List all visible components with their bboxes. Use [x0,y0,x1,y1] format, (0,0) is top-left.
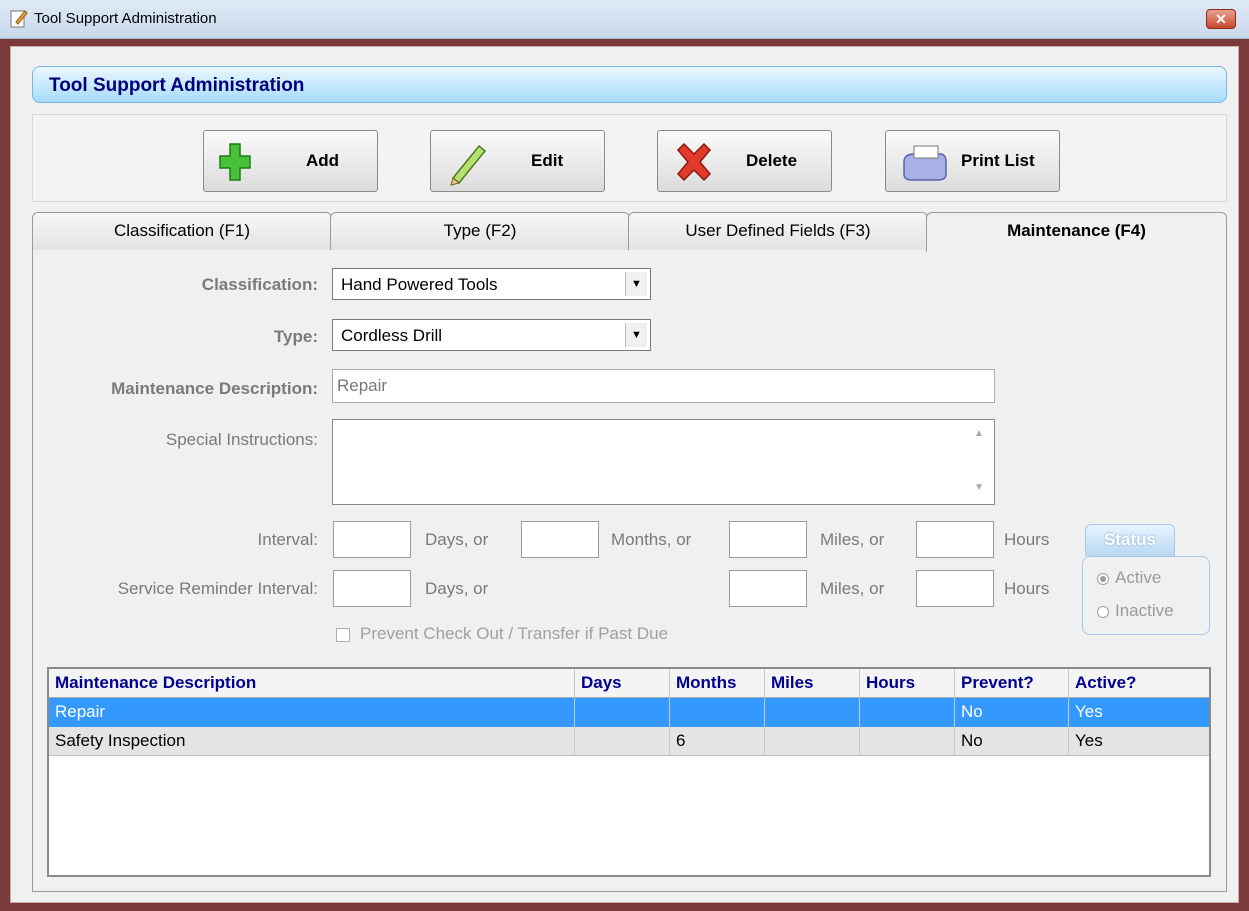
window-title: Tool Support Administration [34,10,217,27]
prevent-checkout-checkbox[interactable]: Prevent Check Out / Transfer if Past Due [336,624,668,644]
edit-button[interactable]: Edit [430,130,605,192]
tab-type-label: Type (F2) [443,221,517,240]
cell-active: Yes [1069,698,1209,727]
tab-classification[interactable]: Classification (F1) [32,212,332,250]
close-window-button[interactable]: ✕ [1206,9,1236,29]
radio-unselected-icon [1097,605,1109,618]
column-header-hours[interactable]: Hours [860,669,955,698]
scroll-down-icon[interactable]: ▼ [972,482,986,493]
interval-months-unit: Months, or [611,530,692,549]
column-header-description[interactable]: Maintenance Description [49,669,575,698]
interval-hours-input[interactable] [916,521,994,558]
status-inactive-label: Inactive [1115,601,1174,620]
plus-icon [219,143,251,181]
cell-days [575,727,670,756]
cell-description: Repair [49,698,575,727]
scroll-up-icon[interactable]: ▲ [972,428,986,439]
radio-selected-icon [1097,572,1109,585]
delete-x-icon [676,142,712,182]
tab-maintenance[interactable]: Maintenance (F4) [926,212,1227,252]
special-instructions-label: Special Instructions: [165,430,318,449]
column-header-prevent[interactable]: Prevent? [955,669,1069,698]
reminder-days-input[interactable] [333,570,411,607]
reminder-miles-unit: Miles, or [820,579,885,598]
maintenance-description-label: Maintenance Description: [111,379,318,398]
classification-label: Classification: [201,275,318,294]
checkbox-box[interactable] [336,627,350,642]
column-header-months[interactable]: Months [670,669,765,698]
chevron-down-icon: ▼ [625,323,647,347]
delete-label: Delete [746,151,798,170]
status-active-radio[interactable]: Active [1097,568,1161,588]
classification-value: Hand Powered Tools [341,275,498,294]
reminder-miles-input[interactable] [729,570,807,607]
app-icon [10,10,28,28]
reminder-days-unit: Days, or [425,579,489,598]
type-value: Cordless Drill [341,326,443,345]
cell-days [575,698,670,727]
add-button[interactable]: Add [203,130,378,192]
column-header-active[interactable]: Active? [1069,669,1209,698]
cell-miles [765,727,860,756]
cell-hours [860,727,955,756]
interval-hours-unit: Hours [1004,530,1050,549]
page-title: Tool Support Administration [49,75,305,96]
maintenance-description-input[interactable]: Repair [332,369,995,403]
interval-miles-unit: Miles, or [820,530,885,549]
type-label: Type: [273,327,318,346]
print-list-button[interactable]: Print List [885,130,1060,192]
reminder-hours-unit: Hours [1004,579,1050,598]
status-active-label: Active [1115,568,1162,587]
special-instructions-textarea[interactable] [332,419,995,505]
print-list-label: Print List [961,151,1035,170]
table-row[interactable]: Safety Inspection 6 No Yes [49,727,1209,756]
tab-type[interactable]: Type (F2) [330,212,630,250]
service-reminder-label: Service Reminder Interval: [117,579,318,598]
cell-active: Yes [1069,727,1209,756]
add-label: Add [306,151,340,170]
edit-label: Edit [531,151,564,170]
tab-user-defined-fields-label: User Defined Fields (F3) [685,221,871,240]
column-header-days[interactable]: Days [575,669,670,698]
column-header-miles[interactable]: Miles [765,669,860,698]
cell-prevent: No [955,727,1069,756]
status-inactive-radio[interactable]: Inactive [1097,601,1174,621]
classification-select[interactable]: Hand Powered Tools ▼ [332,268,651,300]
interval-days-unit: Days, or [425,530,489,549]
reminder-hours-input[interactable] [916,570,994,607]
tab-user-defined-fields[interactable]: User Defined Fields (F3) [628,212,928,250]
chevron-down-icon: ▼ [625,272,647,296]
prevent-checkout-label: Prevent Check Out / Transfer if Past Due [360,624,669,643]
header-bar: Tool Support Administration [32,66,1227,103]
title-bar: Tool Support Administration ✕ [0,0,1249,39]
interval-label: Interval: [257,530,318,549]
tab-classification-label: Classification (F1) [113,221,251,240]
type-select[interactable]: Cordless Drill ▼ [332,319,651,351]
close-icon: ✕ [1215,11,1227,27]
cell-description: Safety Inspection [49,727,575,756]
cell-hours [860,698,955,727]
interval-days-input[interactable] [333,521,411,558]
maintenance-grid: Maintenance Description Days Months Mile… [47,667,1211,877]
cell-months: 6 [670,727,765,756]
pencil-icon [450,144,487,186]
grid-header-row: Maintenance Description Days Months Mile… [49,669,1209,698]
cell-miles [765,698,860,727]
interval-months-input[interactable] [521,521,599,558]
cell-months [670,698,765,727]
cell-prevent: No [955,698,1069,727]
status-title: Status [1085,524,1175,556]
delete-button[interactable]: Delete [657,130,832,192]
interval-miles-input[interactable] [729,521,807,558]
table-row[interactable]: Repair No Yes [49,698,1209,727]
tab-maintenance-label: Maintenance (F4) [1007,221,1146,240]
printer-icon [903,145,947,181]
